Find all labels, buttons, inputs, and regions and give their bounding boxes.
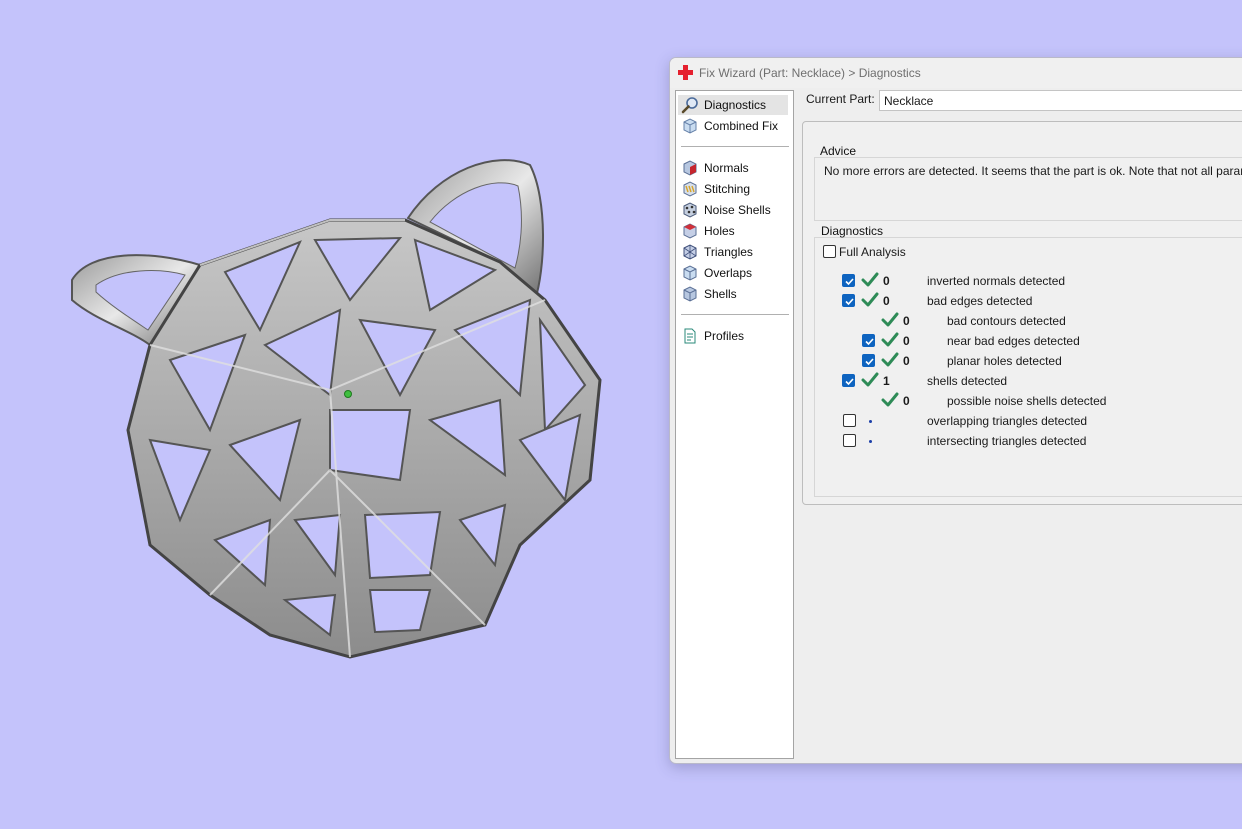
nav-item-combined-fix[interactable]: Combined Fix xyxy=(678,116,788,136)
current-part-value: Necklace xyxy=(884,94,934,108)
nav-item-stitching[interactable]: Stitching xyxy=(678,179,788,199)
near-bad-edges-label: near bad edges detected xyxy=(947,334,1080,348)
nav-item-holes[interactable]: Holes xyxy=(678,221,788,241)
nav-item-overlaps[interactable]: Overlaps xyxy=(678,263,788,283)
inverted-normals-label: inverted normals detected xyxy=(927,274,1066,288)
shells-count: 1 xyxy=(883,374,890,388)
magnifier-icon xyxy=(681,97,698,114)
intersecting-triangles-label: intersecting triangles detected xyxy=(927,434,1087,448)
overlaps-icon xyxy=(683,265,697,281)
triangles-icon xyxy=(683,244,697,260)
pending-dot-icon xyxy=(869,420,872,423)
shells-icon xyxy=(683,286,697,302)
advice-title: Advice xyxy=(820,144,857,158)
bad-contours-label: bad contours detected xyxy=(947,314,1066,328)
overlapping-triangles-checkbox[interactable] xyxy=(843,414,856,427)
check-icon xyxy=(881,332,899,347)
near-bad-edges-checkbox[interactable] xyxy=(862,334,875,347)
nav-item-profiles[interactable]: Profiles xyxy=(678,326,788,346)
wizard-navigation: Diagnostics Combined Fix Normals Stitchi… xyxy=(675,90,794,759)
combined-fix-icon xyxy=(683,118,697,134)
check-icon xyxy=(861,372,879,387)
pending-dot-icon xyxy=(869,440,872,443)
nav-item-shells[interactable]: Shells xyxy=(678,284,788,304)
check-icon xyxy=(881,312,899,327)
3d-viewport[interactable] xyxy=(0,0,660,829)
shells-label: shells detected xyxy=(927,374,1008,388)
overlapping-triangles-label: overlapping triangles detected xyxy=(927,414,1088,428)
title-bar: Fix Wizard (Part: Necklace) > Diagnostic… xyxy=(670,58,1242,88)
nav-item-diagnostics[interactable]: Diagnostics xyxy=(678,95,788,115)
shells-checkbox[interactable] xyxy=(842,374,855,387)
inverted-normals-count: 0 xyxy=(883,274,890,288)
check-icon xyxy=(861,272,879,287)
fix-wizard-window: Fix Wizard (Part: Necklace) > Diagnostic… xyxy=(669,57,1242,764)
planar-holes-checkbox[interactable] xyxy=(862,354,875,367)
check-icon xyxy=(881,352,899,367)
bad-contours-count: 0 xyxy=(903,314,910,328)
bad-edges-count: 0 xyxy=(883,294,890,308)
advice-text: No more errors are detected. It seems th… xyxy=(824,164,1242,178)
noise-shells-label: possible noise shells detected xyxy=(947,394,1107,408)
necklace-model xyxy=(71,159,602,659)
nav-item-noise-shells[interactable]: Noise Shells xyxy=(678,200,788,220)
bad-edges-checkbox[interactable] xyxy=(842,294,855,307)
window-title: Fix Wizard (Part: Necklace) > Diagnostic… xyxy=(699,66,921,80)
nav-separator xyxy=(681,146,789,147)
bad-edges-label: bad edges detected xyxy=(927,294,1033,308)
noise-shells-count: 0 xyxy=(903,394,910,408)
nav-item-normals[interactable]: Normals xyxy=(678,158,788,178)
normals-icon xyxy=(683,160,697,176)
planar-holes-count: 0 xyxy=(903,354,910,368)
inverted-normals-checkbox[interactable] xyxy=(842,274,855,287)
profiles-icon xyxy=(684,328,696,344)
current-part-label: Current Part: xyxy=(806,92,875,106)
noise-shells-icon xyxy=(683,202,697,218)
nav-item-triangles[interactable]: Triangles xyxy=(678,242,788,262)
full-analysis-label: Full Analysis xyxy=(839,245,906,259)
red-cross-icon xyxy=(678,65,693,80)
holes-icon xyxy=(683,223,697,239)
intersecting-triangles-checkbox[interactable] xyxy=(843,434,856,447)
nav-separator xyxy=(681,314,789,315)
near-bad-edges-count: 0 xyxy=(903,334,910,348)
current-part-field[interactable]: Necklace xyxy=(879,90,1242,111)
full-analysis-checkbox[interactable] xyxy=(823,245,836,258)
diagnostics-title: Diagnostics xyxy=(821,224,884,238)
stitching-icon xyxy=(683,181,697,197)
planar-holes-label: planar holes detected xyxy=(947,354,1062,368)
pivot-point xyxy=(344,390,352,398)
check-icon xyxy=(861,292,879,307)
check-icon xyxy=(881,392,899,407)
